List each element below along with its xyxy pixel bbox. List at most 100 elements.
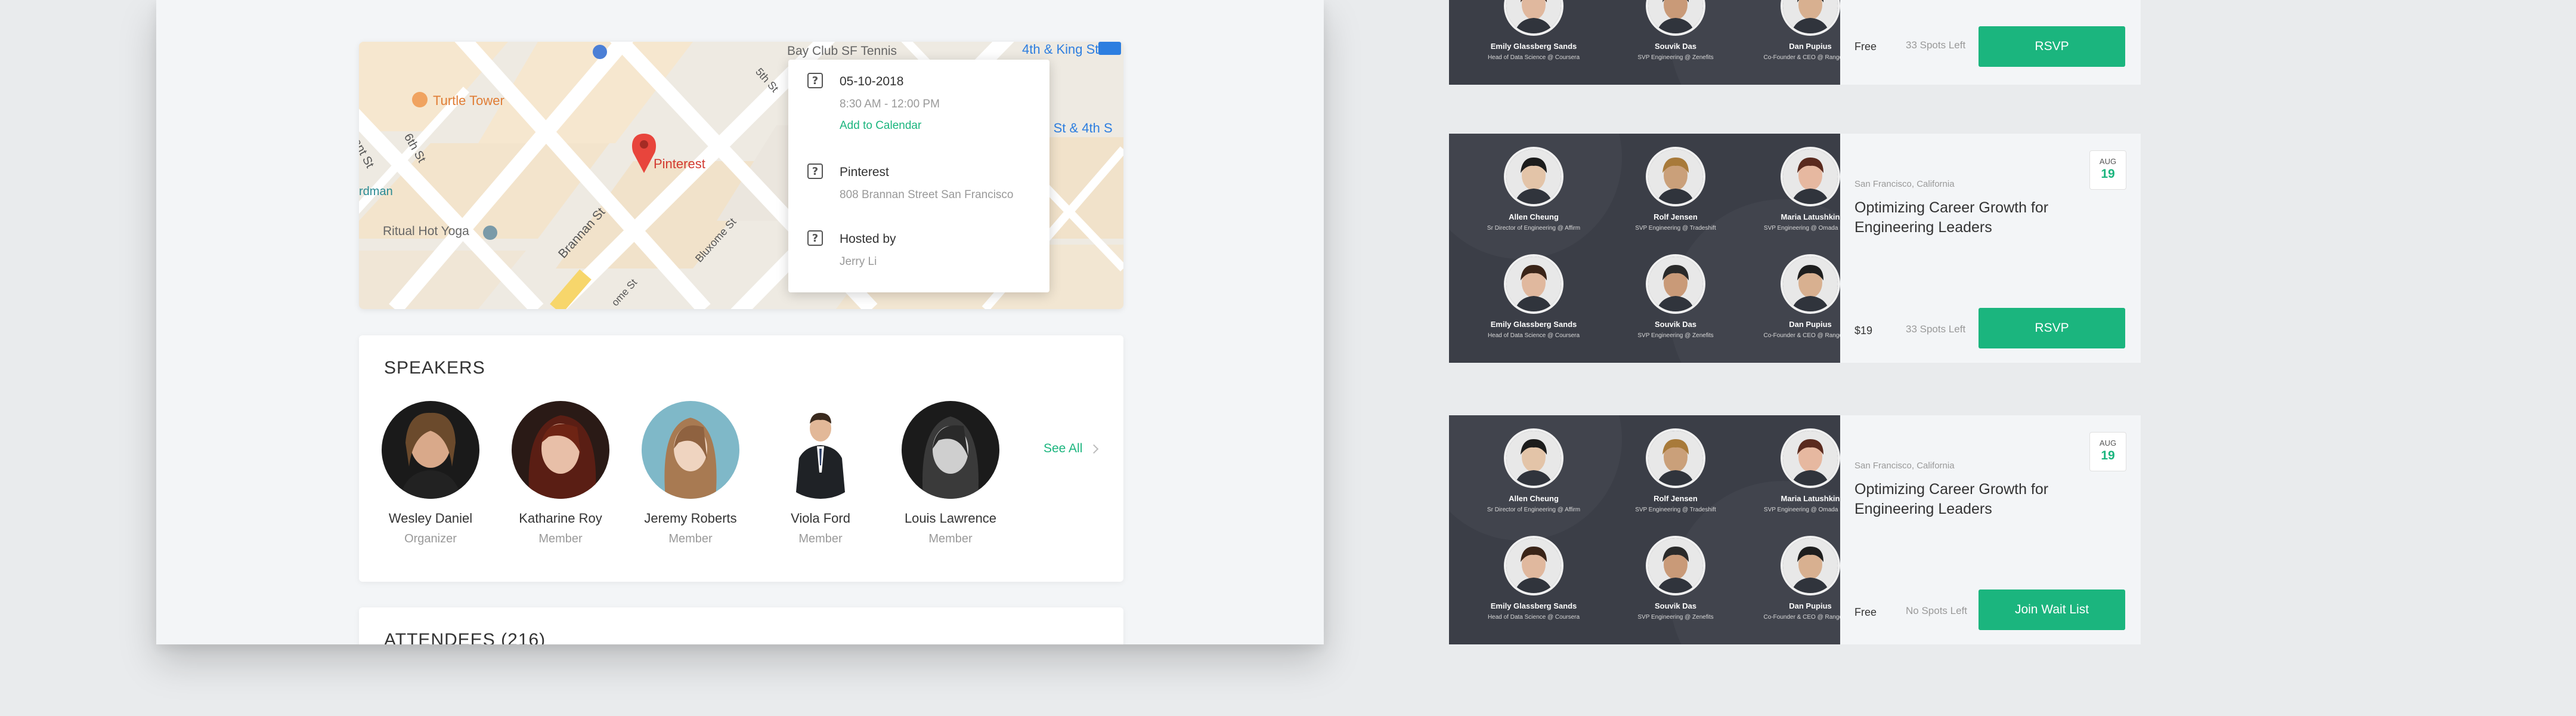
speaker-name: Katharine Roy [519, 511, 602, 526]
avatar [1646, 147, 1705, 206]
avatar [512, 401, 609, 499]
event-speaker: Maria Latushkin SVP Engineering @ Omada H… [1757, 147, 1840, 232]
event-speaker-title: Sr Director of Engineering @ Affirm [1487, 225, 1581, 232]
event-card[interactable]: Allen CheungSr Director of Engineering @… [1449, 0, 2141, 85]
event-time: 8:30 AM - 12:00 PM [840, 98, 940, 110]
event-speaker: Allen Cheung Sr Director of Engineering @… [1480, 147, 1587, 232]
event-speaker: Souvik Das SVP Engineering @ Zenefits [1622, 254, 1729, 339]
speaker-role: Member [928, 532, 973, 545]
event-speaker: Dan Pupius Co-Founder & CEO @ Range Labs [1757, 536, 1840, 621]
event-speaker: Souvik Das SVP Engineering @ Zenefits [1622, 0, 1729, 61]
event-month: AUG [2099, 157, 2117, 166]
event-speaker: Dan Pupius Co-Founder & CEO @ Range Labs [1757, 0, 1840, 61]
speaker-card[interactable]: Jeremy Roberts Member [625, 401, 756, 546]
speaker-name: Wesley Daniel [388, 511, 473, 526]
speaker-card[interactable]: Louis Lawrence Member [885, 401, 1016, 546]
map-label-king-st: 4th & King St [1022, 42, 1099, 57]
event-location: San Francisco, California [1854, 179, 1955, 189]
event-title[interactable]: Optimizing Career Growth for Engineering… [1854, 480, 2069, 519]
event-speaker-name: Emily Glassberg Sands [1490, 601, 1577, 610]
event-speaker-title: SVP Engineering @ Tradeshift [1635, 225, 1716, 232]
event-speaker-name: Souvik Das [1654, 601, 1697, 610]
event-speaker: Maria Latushkin SVP Engineering @ Omada H… [1757, 428, 1840, 513]
location-map[interactable]: Bay Club SF Tennis 4th & King St ng St &… [359, 42, 1123, 309]
event-speaker: Rolf Jensen SVP Engineering @ Tradeshift [1622, 428, 1729, 513]
host-icon: ? [807, 230, 823, 246]
avatar [1504, 428, 1563, 488]
event-date-badge: AUG 19 [2089, 150, 2126, 190]
speakers-title: SPEAKERS [384, 358, 485, 378]
event-detail-page: Bay Club SF Tennis 4th & King St ng St &… [156, 0, 1324, 644]
event-speaker-name: Emily Glassberg Sands [1490, 42, 1577, 51]
avatar [1504, 147, 1563, 206]
event-price: Free [1854, 41, 1877, 53]
event-day: 19 [2101, 167, 2115, 181]
speaker-name: Viola Ford [791, 511, 850, 526]
event-speaker-title: Sr Director of Engineering @ Affirm [1487, 507, 1581, 513]
event-spots-left: 33 Spots Left [1906, 323, 1966, 335]
avatar [1504, 254, 1563, 314]
event-speaker-name: Dan Pupius [1789, 601, 1832, 610]
event-speaker: Rolf Jensen SVP Engineering @ Tradeshift [1622, 147, 1729, 232]
location-icon: ? [807, 163, 823, 179]
avatar [902, 401, 999, 499]
event-speaker-name: Rolf Jensen [1654, 212, 1698, 221]
event-speaker-name: Souvik Das [1654, 42, 1697, 51]
hosted-by-label: Hosted by [840, 232, 896, 246]
event-speaker-name: Dan Pupius [1789, 42, 1832, 51]
avatar [1504, 0, 1563, 36]
attendees-section: ATTENDEES (216) [359, 607, 1123, 644]
info-venue-row: ? Pinterest 808 Brannan Street San Franc… [807, 163, 1014, 204]
event-speaker-title: Co-Founder & CEO @ Range Labs [1763, 332, 1840, 339]
venue-name: Pinterest [840, 165, 889, 179]
event-spots-left: 33 Spots Left [1906, 39, 1966, 51]
speaker-card[interactable]: Wesley Daniel Organizer [365, 401, 496, 546]
speaker-role: Member [668, 532, 713, 545]
rsvp-button[interactable]: RSVP [1979, 26, 2125, 67]
event-speaker-name: Dan Pupius [1789, 320, 1832, 329]
event-month: AUG [2099, 439, 2117, 448]
speaker-role: Member [798, 532, 843, 545]
event-speaker-title: SVP Engineering @ Tradeshift [1635, 507, 1716, 513]
event-title[interactable]: Optimizing Career Growth for Engineering… [1854, 198, 2069, 237]
rsvp-button[interactable]: RSVP [1979, 308, 2125, 348]
event-price: $19 [1854, 325, 1873, 337]
event-date-badge: AUG 19 [2089, 432, 2126, 471]
event-date: 05-10-2018 [840, 75, 904, 88]
event-speaker-title: SVP Engineering @ Zenefits [1637, 332, 1714, 339]
event-location: San Francisco, California [1854, 461, 1955, 471]
speaker-card[interactable]: Katharine Roy Member [495, 401, 626, 546]
event-speaker-name: Maria Latushkin [1781, 494, 1840, 503]
attendees-title: ATTENDEES (216) [384, 630, 546, 644]
event-card[interactable]: Allen Cheung Sr Director of Engineering @… [1449, 415, 2141, 644]
event-speaker: Souvik Das SVP Engineering @ Zenefits [1622, 536, 1729, 621]
event-speaker-title: Head of Data Science @ Coursera [1487, 614, 1580, 621]
event-speakers-image: Allen Cheung Sr Director of Engineering @… [1449, 415, 1840, 644]
calendar-icon: ? [807, 73, 823, 88]
map-label-ritual: Ritual Hot Yoga [383, 224, 469, 238]
avatar [1781, 147, 1840, 206]
avatar [1781, 536, 1840, 595]
event-speaker-title: SVP Engineering @ Zenefits [1637, 54, 1714, 61]
add-to-calendar-link[interactable]: Add to Calendar [840, 117, 940, 135]
map-label-rdman: rdman [359, 185, 393, 198]
avatar [1504, 536, 1563, 595]
map-label-turtle-tower: Turtle Tower [433, 93, 504, 108]
avatar [1646, 0, 1705, 36]
map-label-bay-club: Bay Club SF Tennis [787, 44, 897, 58]
see-all-speakers-link[interactable]: See All [1044, 442, 1099, 456]
avatar [1646, 428, 1705, 488]
avatar [1781, 0, 1840, 36]
event-card[interactable]: Allen CheungSr Director of Engineering @… [1449, 134, 2141, 363]
event-info-popup: ? 05-10-2018 8:30 AM - 12:00 PM Add to C… [788, 60, 1049, 292]
event-speaker-name: Allen Cheung [1509, 494, 1559, 503]
chevron-right-icon [1089, 444, 1099, 453]
event-speaker: Dan Pupius Co-Founder & CEO @ Range Labs [1757, 254, 1840, 339]
see-all-label: See All [1044, 442, 1083, 455]
event-spots-left: No Spots Left [1906, 605, 1968, 616]
event-speaker-title: SVP Engineering @ Omada Health [1763, 225, 1840, 232]
speaker-card[interactable]: Viola Ford Member [755, 401, 886, 546]
avatar [1646, 254, 1705, 314]
event-price: Free [1854, 606, 1877, 618]
join-wait-list-button[interactable]: Join Wait List [1979, 590, 2125, 630]
